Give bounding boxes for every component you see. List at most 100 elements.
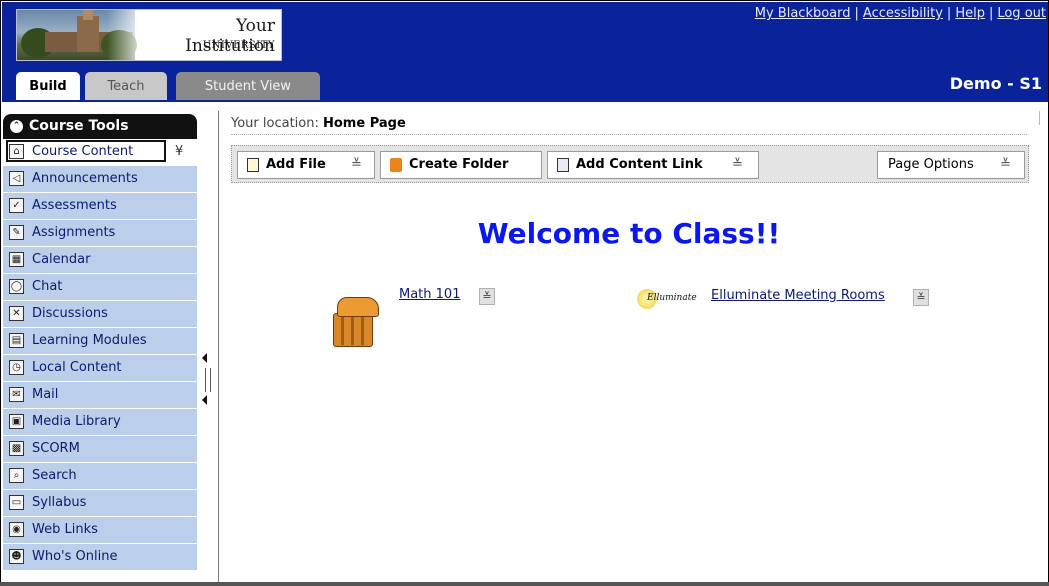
- content-link-icon: [557, 158, 569, 172]
- sidebar-item-label: Syllabus: [32, 495, 87, 510]
- sidebar-item-label: Local Content: [32, 360, 122, 375]
- sidebar-item-media-library[interactable]: ▣ Media Library: [3, 409, 197, 436]
- magnifier-icon: ⌕: [9, 468, 24, 483]
- assignment-icon: ✎: [9, 225, 24, 240]
- sidebar-item-label: Discussions: [32, 306, 108, 321]
- tab-student-view[interactable]: Student View: [176, 72, 320, 100]
- collapse-arrow-icon: [202, 395, 207, 405]
- sidebar-item-discussions[interactable]: ✕ Discussions: [3, 301, 197, 328]
- sidebar-item-label: Assignments: [32, 225, 116, 240]
- sidebar-item-label: Chat: [32, 279, 63, 294]
- sidebar-item-course-content[interactable]: ⌂ Course Content ¥: [3, 139, 197, 166]
- add-file-button[interactable]: Add File ≚: [237, 151, 375, 179]
- browser-frame: Your Institution UNIVERSITY My Blackboar…: [0, 0, 1049, 586]
- elluminate-meeting-rooms-link[interactable]: Elluminate Meeting Rooms: [711, 288, 885, 303]
- sidebar-item-label: Who's Online: [32, 549, 118, 564]
- location-current: Home Page: [323, 116, 406, 131]
- sidebar-item-search[interactable]: ⌕ Search: [3, 463, 197, 490]
- sidebar-item-local-content[interactable]: ◷ Local Content: [3, 355, 197, 382]
- sidebar-item-assessments[interactable]: ✓ Assessments: [3, 193, 197, 220]
- sidebar-item-label: Media Library: [32, 414, 121, 429]
- calendar-icon: ▦: [9, 252, 24, 267]
- item-options-chevron-icon[interactable]: ≚: [913, 289, 929, 306]
- location-divider: [231, 134, 1027, 135]
- sidebar-item-label: Web Links: [32, 522, 98, 537]
- syllabus-icon: ▭: [9, 495, 24, 510]
- folder-icon: [390, 158, 402, 172]
- sidebar-item-label: Announcements: [32, 171, 138, 186]
- sidebar-item-assignments[interactable]: ✎ Assignments: [3, 220, 197, 247]
- window-bottom-edge: [0, 582, 1049, 586]
- header-bar: Your Institution UNIVERSITY My Blackboar…: [2, 2, 1048, 100]
- collapse-arrow-icon: [202, 353, 207, 363]
- clock-icon: ◷: [9, 360, 24, 375]
- media-icon: ▣: [9, 414, 24, 429]
- sidebar-item-calendar[interactable]: ▦ Calendar: [3, 247, 197, 274]
- expand-chevron-icon[interactable]: ¥: [175, 139, 183, 165]
- dropdown-chevron-icon: ≚: [732, 157, 743, 172]
- course-tools-title: Course Tools: [29, 118, 129, 134]
- institution-subtitle: UNIVERSITY: [202, 40, 275, 51]
- welcome-heading: Welcome to Class!!: [477, 217, 781, 250]
- add-content-link-button[interactable]: Add Content Link ≚: [547, 151, 759, 179]
- dropdown-chevron-icon: ≚: [351, 157, 362, 172]
- pin-icon: ✕: [9, 306, 24, 321]
- megaphone-icon: ◁: [9, 171, 24, 186]
- top-links: My Blackboard | Accessibility | Help | Log out: [754, 6, 1046, 21]
- chat-bubble-icon: ◯: [9, 279, 24, 294]
- institution-logo[interactable]: Your Institution UNIVERSITY: [16, 9, 282, 61]
- content-item-math-101: Math 101 ≚: [331, 283, 495, 353]
- sidebar-item-label: Course Content: [32, 144, 134, 159]
- elluminate-logo[interactable]: Elluminate: [637, 285, 709, 311]
- scorm-icon: ▩: [9, 441, 24, 456]
- help-link[interactable]: Help: [955, 6, 985, 21]
- envelope-icon: ✉: [9, 387, 24, 402]
- treasure-chest-icon[interactable]: [333, 297, 383, 347]
- item-options-chevron-icon[interactable]: ≚: [479, 288, 495, 305]
- page-options-label: Page Options: [888, 157, 974, 172]
- assessment-icon: ✓: [9, 198, 24, 213]
- elluminate-logo-text: Elluminate: [647, 293, 697, 303]
- sidebar-item-syllabus[interactable]: ▭ Syllabus: [3, 490, 197, 517]
- module-icon: ▤: [9, 333, 24, 348]
- sidebar-item-scorm[interactable]: ▩ SCORM: [3, 436, 197, 463]
- content-item-elluminate: Elluminate Elluminate Meeting Rooms ≚: [637, 285, 937, 319]
- add-file-label: Add File: [266, 157, 326, 172]
- course-tools-menu: ⌂ Course Content ¥ ◁ Announcements ✓ Ass…: [3, 139, 197, 571]
- course-tools-header[interactable]: ⌃ Course Tools: [3, 114, 197, 139]
- create-folder-label: Create Folder: [409, 157, 509, 172]
- drag-grip-icon: [205, 368, 211, 392]
- globe-icon: ◉: [9, 522, 24, 537]
- course-name: Demo - S1: [949, 74, 1042, 93]
- sidebar-item-web-links[interactable]: ◉ Web Links: [3, 517, 197, 544]
- my-blackboard-link[interactable]: My Blackboard: [755, 6, 851, 21]
- dropdown-chevron-icon: ≚: [1000, 157, 1011, 172]
- sidebar-item-label: Learning Modules: [32, 333, 147, 348]
- home-icon: ⌂: [9, 144, 24, 159]
- sidebar-item-announcements[interactable]: ◁ Announcements: [3, 166, 197, 193]
- sidebar-item-learning-modules[interactable]: ▤ Learning Modules: [3, 328, 197, 355]
- logout-link[interactable]: Log out: [997, 6, 1046, 21]
- sidebar-item-label: Calendar: [32, 252, 91, 267]
- action-bar: Add File ≚ Create Folder Add Content Lin…: [231, 145, 1029, 183]
- sidebar-item-chat[interactable]: ◯ Chat: [3, 274, 197, 301]
- create-folder-button[interactable]: Create Folder: [380, 151, 542, 179]
- collapse-chevron-icon[interactable]: ⌃: [10, 120, 23, 133]
- tab-teach[interactable]: Teach: [85, 72, 167, 100]
- header-divider: [2, 100, 1048, 102]
- math-101-link[interactable]: Math 101: [399, 287, 460, 302]
- sidebar-item-mail[interactable]: ✉ Mail: [3, 382, 197, 409]
- add-content-link-label: Add Content Link: [576, 157, 703, 172]
- page-options-button[interactable]: Page Options ≚: [877, 151, 1025, 179]
- sidebar-item-label: SCORM: [32, 441, 80, 456]
- sidebar-item-label: Assessments: [32, 198, 117, 213]
- sidebar-collapse-handle[interactable]: [202, 353, 212, 407]
- location-prefix: Your location:: [231, 116, 319, 131]
- sidebar-item-whos-online[interactable]: ☻ Who's Online: [3, 544, 197, 571]
- scrollbar[interactable]: [1039, 111, 1048, 125]
- pane-divider: [218, 111, 219, 585]
- accessibility-link[interactable]: Accessibility: [863, 6, 943, 21]
- tab-build[interactable]: Build: [16, 72, 80, 100]
- sidebar-item-label: Search: [32, 468, 77, 483]
- sidebar-item-label: Mail: [32, 387, 59, 402]
